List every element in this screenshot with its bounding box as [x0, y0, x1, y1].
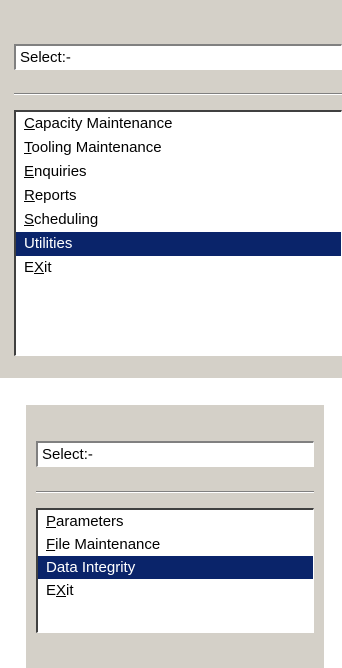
separator [14, 93, 342, 95]
menu-item-utilities[interactable]: Utilities [16, 232, 341, 256]
menu-item-exit[interactable]: EXit [16, 256, 341, 280]
menu-item-enquiries[interactable]: Enquiries [16, 160, 341, 184]
menu-item-parameters[interactable]: Parameters [38, 510, 313, 533]
utilities-menu-list[interactable]: Parameters File Maintenance Data Integri… [36, 508, 314, 633]
menu-item-scheduling[interactable]: Scheduling [16, 208, 341, 232]
menu-item-tooling-maintenance[interactable]: Tooling Maintenance [16, 136, 341, 160]
separator [36, 491, 314, 493]
menu-item-data-integrity[interactable]: Data Integrity [38, 556, 313, 579]
menu-item-reports[interactable]: Reports [16, 184, 341, 208]
menu-item-file-maintenance[interactable]: File Maintenance [38, 533, 313, 556]
select-field[interactable]: Select:- [14, 44, 342, 70]
select-field[interactable]: Select:- [36, 441, 314, 467]
utilities-menu-panel: Select:- Parameters File Maintenance Dat… [26, 405, 324, 668]
main-menu-list[interactable]: Capacity Maintenance Tooling Maintenance… [14, 110, 342, 356]
menu-item-exit[interactable]: EXit [38, 579, 313, 602]
menu-item-capacity-maintenance[interactable]: Capacity Maintenance [16, 112, 341, 136]
main-menu-panel: Select:- Capacity Maintenance Tooling Ma… [0, 0, 342, 378]
